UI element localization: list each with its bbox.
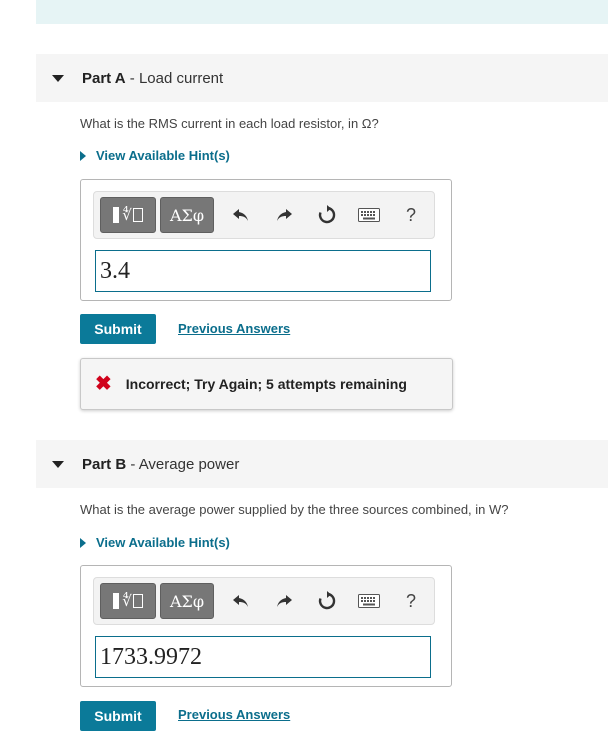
templates-button[interactable]: ∜ bbox=[100, 197, 156, 233]
top-band bbox=[36, 0, 608, 24]
part-a-title: Part A - Load current bbox=[82, 69, 224, 87]
part-a-previous-answers-link[interactable]: Previous Answers bbox=[178, 321, 290, 336]
part-b-hint-toggle[interactable]: View Available Hint(s) bbox=[80, 535, 230, 550]
part-b-header[interactable]: Part B - Average power bbox=[36, 440, 608, 488]
redo-icon[interactable] bbox=[271, 588, 297, 614]
feedback-text: Incorrect; Try Again; 5 attempts remaini… bbox=[125, 376, 407, 392]
collapse-caret-icon[interactable] bbox=[52, 74, 64, 82]
greek-symbols-button[interactable]: ΑΣφ bbox=[160, 583, 214, 619]
hint-label: View Available Hint(s) bbox=[96, 148, 230, 163]
part-b-question: What is the average power supplied by th… bbox=[80, 502, 509, 517]
math-toolbar: ∜ ΑΣφ ? bbox=[93, 191, 435, 239]
part-b-previous-answers-link[interactable]: Previous Answers bbox=[178, 707, 290, 722]
undo-icon[interactable] bbox=[228, 202, 254, 228]
fraction-radical-icon bbox=[113, 207, 120, 223]
part-a-answer-input[interactable]: 3.4 bbox=[95, 250, 431, 292]
reset-icon[interactable] bbox=[314, 588, 340, 614]
undo-icon[interactable] bbox=[228, 588, 254, 614]
part-a-submit-button[interactable]: Submit bbox=[80, 314, 156, 344]
expand-triangle-icon bbox=[80, 150, 86, 161]
reset-icon[interactable] bbox=[314, 202, 340, 228]
help-icon[interactable]: ? bbox=[398, 202, 424, 228]
part-b-title: Part B - Average power bbox=[82, 455, 240, 473]
fraction-radical-icon bbox=[113, 593, 120, 609]
part-a-hint-toggle[interactable]: View Available Hint(s) bbox=[80, 148, 230, 163]
keyboard-icon[interactable] bbox=[356, 588, 382, 614]
part-a-feedback: ✖ Incorrect; Try Again; 5 attempts remai… bbox=[80, 358, 453, 410]
expand-triangle-icon bbox=[80, 537, 86, 548]
hint-label: View Available Hint(s) bbox=[96, 535, 230, 550]
part-a-question: What is the RMS current in each load res… bbox=[80, 116, 379, 131]
help-icon[interactable]: ? bbox=[398, 588, 424, 614]
redo-icon[interactable] bbox=[271, 202, 297, 228]
templates-button[interactable]: ∜ bbox=[100, 583, 156, 619]
collapse-caret-icon[interactable] bbox=[52, 460, 64, 468]
math-toolbar: ∜ ΑΣφ ? bbox=[93, 577, 435, 625]
part-b-submit-button[interactable]: Submit bbox=[80, 701, 156, 731]
x-icon: ✖ bbox=[95, 373, 112, 395]
part-a-answer-box: ∜ ΑΣφ ? 3.4 bbox=[80, 179, 452, 301]
greek-symbols-button[interactable]: ΑΣφ bbox=[160, 197, 214, 233]
keyboard-icon[interactable] bbox=[356, 202, 382, 228]
part-b-answer-box: ∜ ΑΣφ ? 1733.9972 bbox=[80, 565, 452, 687]
part-b-answer-input[interactable]: 1733.9972 bbox=[95, 636, 431, 678]
part-a-header[interactable]: Part A - Load current bbox=[36, 54, 608, 102]
